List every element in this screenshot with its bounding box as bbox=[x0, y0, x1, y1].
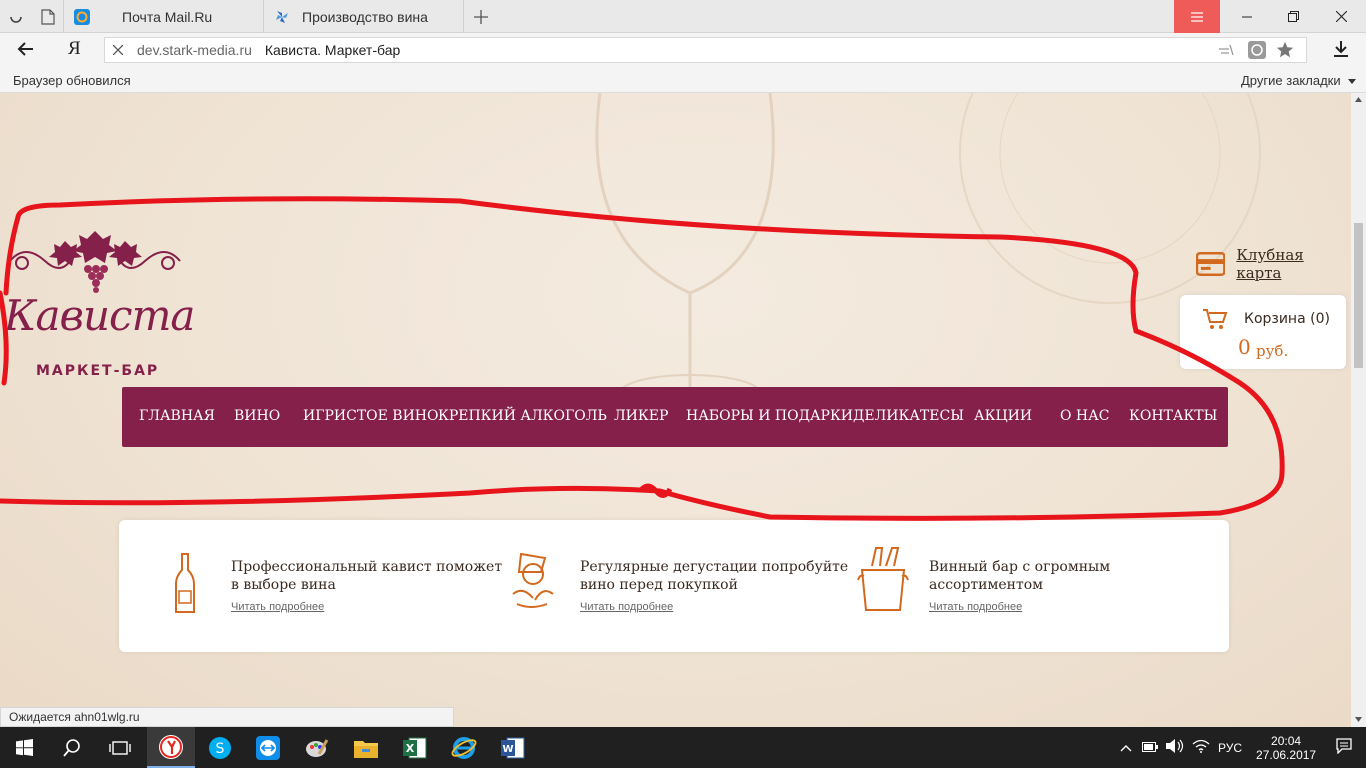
tab-title: Почта Mail.Ru bbox=[122, 8, 213, 25]
paint-icon[interactable] bbox=[293, 727, 341, 768]
other-bookmarks-label: Другие закладки bbox=[1241, 73, 1341, 88]
browser-menu-button[interactable] bbox=[1174, 0, 1220, 33]
feature-2-line1: Регулярные дегустации попробуйте bbox=[580, 559, 849, 575]
chevron-up-icon[interactable] bbox=[1120, 741, 1132, 755]
battery-icon[interactable] bbox=[1142, 741, 1158, 755]
credit-card-icon bbox=[1196, 252, 1226, 276]
svg-text:X: X bbox=[406, 742, 415, 755]
word-icon[interactable]: W bbox=[489, 727, 537, 768]
file-explorer-icon[interactable] bbox=[342, 727, 390, 768]
system-tray: РУС 20:04 27.06.2017 bbox=[1120, 727, 1352, 768]
scroll-thumb[interactable] bbox=[1354, 223, 1363, 368]
minimize-button[interactable] bbox=[1224, 0, 1270, 33]
tab-title: Производство вина bbox=[302, 8, 428, 25]
new-tab-plus-icon[interactable] bbox=[466, 0, 496, 33]
protect-icon[interactable] bbox=[1248, 41, 1266, 62]
nav-item-liqueur[interactable]: ЛИКЕР bbox=[614, 408, 668, 424]
address-bar: Я dev.stark-media.ru Кависта. Маркет-бар bbox=[0, 33, 1366, 67]
loading-spinner-icon bbox=[0, 0, 32, 33]
ice-bucket-icon bbox=[856, 546, 910, 618]
tab-bar: Почта Mail.Ru Производство вина bbox=[0, 0, 1366, 33]
turbo-icon[interactable] bbox=[1218, 43, 1234, 60]
site-logo[interactable]: Кависта МАРКЕТ-БАР bbox=[0, 223, 195, 388]
cart-icon bbox=[1202, 308, 1228, 334]
windows-taskbar: S X W РУС 20:04 27.06.2017 bbox=[0, 727, 1366, 768]
other-bookmarks-button[interactable]: Другие закладки bbox=[1241, 73, 1357, 88]
cart-label: Корзина (0) bbox=[1244, 311, 1330, 327]
url-page-title: Кависта. Маркет-бар bbox=[264, 42, 401, 58]
nav-item-wine[interactable]: ВИНО bbox=[234, 408, 280, 424]
svg-text:W: W bbox=[502, 744, 513, 755]
tab-blank[interactable] bbox=[32, 0, 64, 33]
chevron-down-icon bbox=[1348, 73, 1357, 88]
task-view-icon[interactable] bbox=[96, 727, 144, 768]
feature-3-line1: Винный бар с огромным bbox=[929, 559, 1111, 575]
clock-date: 27.06.2017 bbox=[1256, 747, 1317, 762]
internet-explorer-icon[interactable] bbox=[440, 727, 488, 768]
nav-item-promotions[interactable]: АКЦИИ bbox=[974, 408, 1032, 424]
pinwheel-icon bbox=[274, 9, 290, 25]
scroll-up-icon[interactable] bbox=[1355, 97, 1362, 102]
tab-wine-production[interactable]: Производство вина bbox=[264, 0, 464, 33]
wine-bottle-icon bbox=[174, 553, 196, 619]
tab-mail[interactable]: Почта Mail.Ru bbox=[64, 0, 264, 33]
svg-text:S: S bbox=[216, 741, 225, 757]
notifications-icon[interactable] bbox=[1336, 738, 1352, 757]
teamviewer-icon[interactable] bbox=[244, 727, 292, 768]
volume-icon[interactable] bbox=[1166, 739, 1184, 756]
feature-2-read-more[interactable]: Читать подробнее bbox=[580, 601, 673, 613]
club-card-link[interactable]: Клубная карта bbox=[1196, 246, 1351, 282]
excel-icon[interactable]: X bbox=[391, 727, 439, 768]
features-panel: Профессиональный кавист поможет в выборе… bbox=[119, 520, 1229, 652]
yandex-logo[interactable]: Я bbox=[68, 38, 81, 60]
bookmark-star-icon[interactable] bbox=[1276, 41, 1294, 62]
nav-item-delicatessen[interactable]: ДЕЛИКАТЕСЫ bbox=[853, 408, 964, 424]
page-scrollbar[interactable] bbox=[1351, 93, 1366, 727]
feature-1-line2: в выборе вина bbox=[231, 577, 336, 593]
url-field[interactable]: dev.stark-media.ru Кависта. Маркет-бар bbox=[104, 37, 1307, 63]
windows-start-icon[interactable] bbox=[0, 727, 48, 768]
nav-item-spirits[interactable]: КРЕПКИЙ АЛКОГОЛЬ bbox=[438, 408, 607, 424]
stop-loading-icon[interactable] bbox=[112, 42, 124, 58]
scroll-down-icon[interactable] bbox=[1355, 717, 1362, 722]
nav-item-about[interactable]: О НАС bbox=[1060, 408, 1109, 424]
feature-3-read-more[interactable]: Читать подробнее bbox=[929, 601, 1022, 613]
skype-icon[interactable]: S bbox=[196, 727, 244, 768]
feature-2-line2: вино перед покупкой bbox=[580, 577, 738, 593]
yandex-browser-taskbar-icon[interactable] bbox=[147, 727, 195, 768]
sommelier-icon bbox=[509, 550, 559, 618]
cart-sum: 0 bbox=[1238, 335, 1251, 359]
download-icon[interactable] bbox=[1334, 41, 1348, 62]
back-arrow-icon[interactable] bbox=[16, 41, 34, 61]
nav-item-gifts[interactable]: НАБОРЫ И ПОДАРКИ bbox=[686, 408, 853, 424]
clock[interactable]: 20:04 27.06.2017 bbox=[1256, 734, 1316, 762]
logo-title: Кависта bbox=[4, 291, 195, 340]
language-indicator[interactable]: РУС bbox=[1218, 741, 1242, 755]
feature-1-line1: Профессиональный кавист поможет bbox=[231, 559, 503, 575]
main-nav: ГЛАВНАЯ ВИНО ИГРИСТОЕ ВИНО КРЕПКИЙ АЛКОГ… bbox=[122, 387, 1228, 447]
logo-subtitle: МАРКЕТ-БАР bbox=[36, 363, 160, 379]
feature-1-read-more[interactable]: Читать подробнее bbox=[231, 601, 324, 613]
cart-currency: руб. bbox=[1256, 342, 1289, 360]
wifi-icon[interactable] bbox=[1192, 739, 1210, 756]
clock-time: 20:04 bbox=[1271, 733, 1302, 748]
search-icon[interactable] bbox=[48, 727, 96, 768]
nav-item-home[interactable]: ГЛАВНАЯ bbox=[139, 408, 215, 424]
bookmarks-bar: Браузер обновился Другие закладки bbox=[0, 67, 1366, 93]
url-domain: dev.stark-media.ru bbox=[137, 42, 252, 58]
status-bar: Ожидается ahn01wlg.ru bbox=[0, 707, 454, 727]
club-card-label: Клубная карта bbox=[1236, 246, 1304, 282]
browser-updated-notice[interactable]: Браузер обновился bbox=[13, 73, 131, 88]
nav-item-sparkling[interactable]: ИГРИСТОЕ ВИНО bbox=[303, 408, 439, 424]
mail-ru-icon bbox=[74, 8, 90, 25]
close-window-button[interactable] bbox=[1318, 0, 1364, 33]
cart-widget[interactable]: Корзина (0) 0 руб. bbox=[1180, 295, 1346, 369]
web-page: Кависта МАРКЕТ-БАР Клубная карта Корзина… bbox=[0, 93, 1351, 727]
feature-3-line2: ассортиментом bbox=[929, 577, 1044, 593]
nav-item-contacts[interactable]: КОНТАКТЫ bbox=[1129, 408, 1217, 424]
page-icon bbox=[40, 8, 56, 25]
restore-button[interactable] bbox=[1270, 0, 1316, 33]
